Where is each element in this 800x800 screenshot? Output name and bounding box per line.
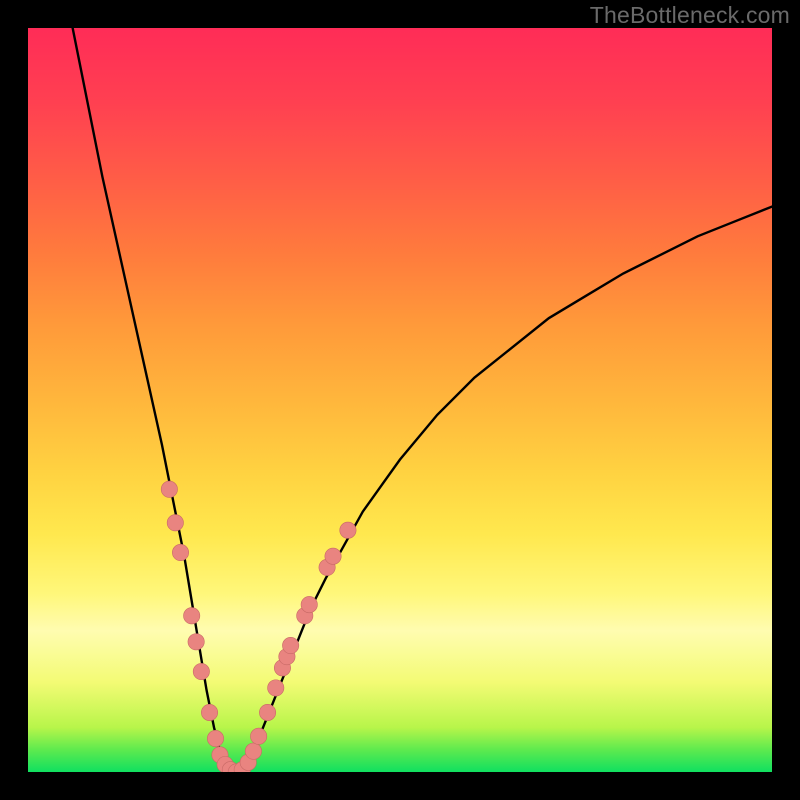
curve-marker: [325, 548, 341, 564]
curve-marker: [201, 704, 217, 720]
curve-marker: [207, 730, 223, 746]
chart-svg: [28, 28, 772, 772]
curve-marker: [193, 663, 209, 679]
chart-frame: TheBottleneck.com: [0, 0, 800, 800]
curve-marker: [167, 515, 183, 531]
curve-marker: [172, 544, 188, 560]
curve-marker: [161, 481, 177, 497]
curve-marker: [259, 704, 275, 720]
curve-marker: [301, 596, 317, 612]
curve-marker: [250, 728, 266, 744]
curve-marker: [245, 743, 261, 759]
curve-marker: [282, 637, 298, 653]
curve-marker: [268, 680, 284, 696]
curve-marker: [340, 522, 356, 538]
curve-markers: [161, 481, 356, 772]
watermark-text: TheBottleneck.com: [590, 2, 790, 29]
curve-marker: [184, 608, 200, 624]
curve-marker: [188, 634, 204, 650]
chart-plot-area: [28, 28, 772, 772]
bottleneck-curve: [73, 28, 772, 772]
